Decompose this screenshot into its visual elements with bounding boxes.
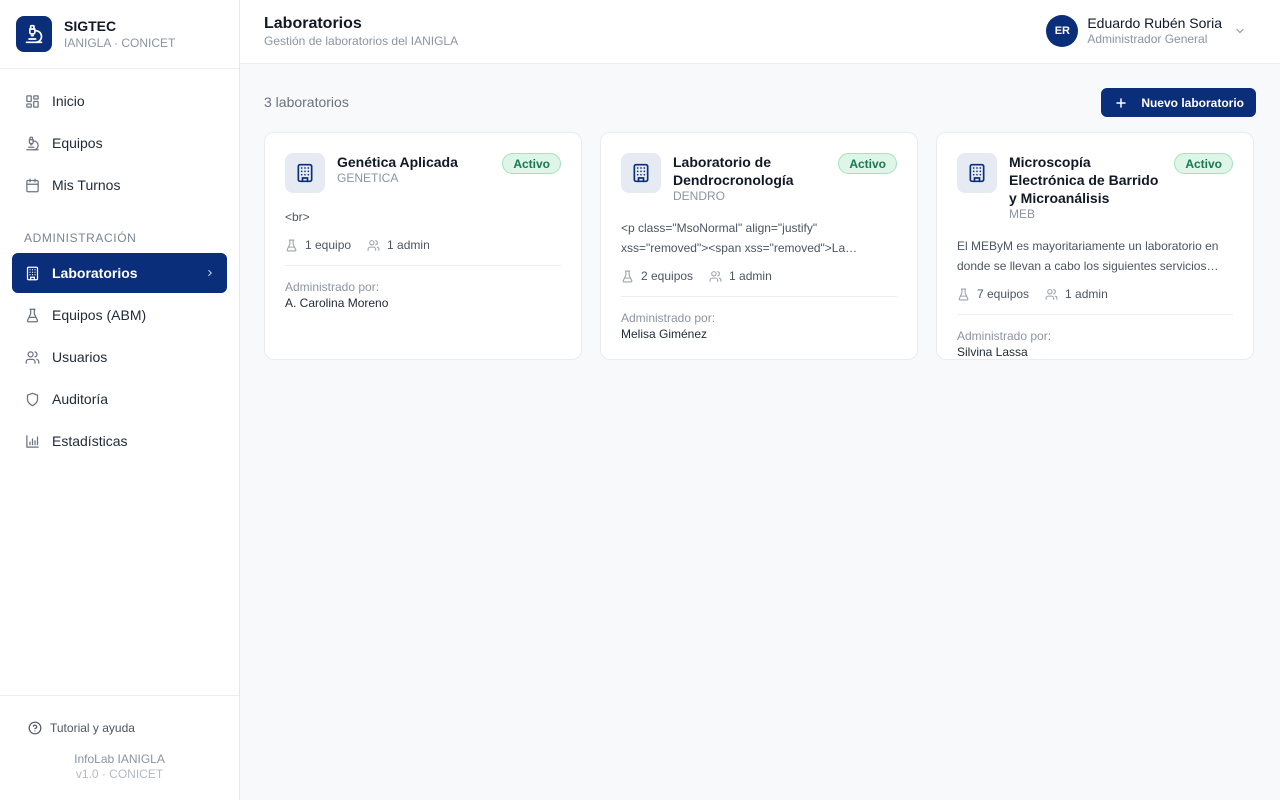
sidebar-item-usuarios[interactable]: Usuarios — [12, 337, 227, 377]
status-badge: Activo — [838, 153, 897, 174]
lab-name: Laboratorio de Dendrocronología — [673, 154, 794, 188]
lab-count: 3 laboratorios — [264, 94, 349, 110]
shield-icon — [24, 391, 40, 407]
avatar: ER — [1046, 15, 1079, 47]
lab-code: GENETICA — [337, 171, 399, 185]
sidebar-item-equipos-abm[interactable]: Equipos (ABM) — [12, 295, 227, 335]
chevron-down-icon — [1234, 25, 1246, 37]
admin-name: Melisa Giménez — [621, 327, 708, 341]
help-circle-icon — [28, 721, 42, 735]
brand-subtitle: IANIGLA · CONICET — [64, 36, 176, 50]
users-icon — [24, 349, 40, 365]
sidebar-item-estadisticas[interactable]: Estadísticas — [12, 421, 227, 461]
sidebar-item-label: Mis Turnos — [52, 177, 121, 193]
users-icon — [1045, 288, 1058, 301]
building-icon — [285, 153, 325, 193]
admin-name: A. Carolina Moreno — [285, 296, 389, 310]
user-name: Eduardo Rubén Soria — [1087, 15, 1222, 31]
sidebar-item-equipos[interactable]: Equipos — [12, 123, 227, 163]
brand-title: SIGTEC — [64, 18, 117, 34]
lab-name: Microscopía Electrónica de Barrido y Mic… — [1009, 154, 1159, 206]
lab-admin-count: 1 admin — [1065, 287, 1108, 301]
sidebar-item-label: Equipos (ABM) — [52, 307, 147, 323]
sidebar-item-mis-turnos[interactable]: Mis Turnos — [12, 165, 227, 205]
status-badge: Activo — [502, 153, 561, 174]
lab-equipment-count: 2 equipos — [641, 269, 694, 283]
sidebar-footer: Tutorial y ayuda InfoLab IANIGLA v1.0 · … — [0, 695, 239, 800]
admin-label: Administrado por: — [621, 311, 716, 325]
card-divider — [957, 314, 1233, 315]
card-divider — [621, 296, 897, 297]
plus-icon — [1115, 97, 1127, 109]
flask-icon — [621, 270, 634, 283]
chevron-right-icon — [205, 268, 215, 278]
sidebar-item-label: Usuarios — [52, 349, 108, 365]
calendar-icon — [24, 177, 40, 193]
bar-chart-icon — [24, 433, 40, 449]
sidebar-item-label: Inicio — [52, 93, 85, 109]
sidebar-item-label: Auditoría — [52, 391, 109, 407]
lab-name: Genética Aplicada — [337, 154, 458, 170]
building-icon — [621, 153, 661, 193]
lab-description: <p class="MsoNormal" align="justify" xss… — [621, 221, 858, 255]
lab-description: El MEByM es mayoritariamente un laborato… — [957, 239, 1219, 273]
lab-card[interactable]: Activo Genética Aplicada GENETICA <br> 1… — [264, 132, 582, 360]
app-name: InfoLab IANIGLA — [74, 752, 165, 766]
page-subtitle: Gestión de laboratorios del IANIGLA — [264, 34, 459, 48]
top-header: Laboratorios Gestión de laboratorios del… — [240, 0, 1280, 64]
help-link[interactable]: Tutorial y ayuda — [0, 720, 239, 736]
admin-label: Administrado por: — [285, 280, 380, 294]
microscope-icon — [24, 135, 40, 151]
user-role: Administrador General — [1087, 32, 1208, 46]
lab-description: <br> — [285, 210, 310, 224]
sidebar-item-label: Laboratorios — [52, 265, 138, 281]
lab-card[interactable]: Activo Microscopía Electrónica de Barrid… — [936, 132, 1254, 360]
lab-card[interactable]: Activo Laboratorio de Dendrocronología D… — [600, 132, 918, 360]
sidebar-item-laboratorios[interactable]: Laboratorios — [12, 253, 227, 293]
nav-section-admin: ADMINISTRACIÓN — [24, 231, 137, 245]
flask-icon — [285, 239, 298, 252]
status-badge: Activo — [1174, 153, 1233, 174]
sidebar: SIGTEC IANIGLA · CONICET Inicio Equipos … — [0, 0, 240, 800]
page-title: Laboratorios — [264, 15, 362, 32]
lab-code: DENDRO — [673, 189, 726, 203]
users-icon — [709, 270, 722, 283]
admin-label: Administrado por: — [957, 329, 1052, 343]
user-menu[interactable]: ER Eduardo Rubén Soria Administrador Gen… — [1046, 15, 1246, 47]
lab-equipment-count: 7 equipos — [977, 287, 1030, 301]
sidebar-item-label: Equipos — [52, 135, 103, 151]
users-icon — [367, 239, 380, 252]
building-icon — [957, 153, 997, 193]
lab-cards: Activo Genética Aplicada GENETICA <br> 1… — [264, 132, 1254, 360]
card-divider — [285, 265, 561, 266]
new-lab-label: Nuevo laboratorio — [1141, 95, 1244, 110]
lab-admin-count: 1 admin — [387, 238, 430, 252]
flask-icon — [24, 307, 40, 323]
sidebar-item-inicio[interactable]: Inicio — [12, 81, 227, 121]
sidebar-item-auditoria[interactable]: Auditoría — [12, 379, 227, 419]
admin-name: Silvina Lassa — [957, 345, 1028, 359]
lab-code: MEB — [1009, 207, 1036, 221]
lab-admin-count: 1 admin — [729, 269, 772, 283]
brand[interactable]: SIGTEC IANIGLA · CONICET — [0, 0, 239, 69]
new-lab-button[interactable]: Nuevo laboratorio — [1101, 88, 1256, 117]
main-content: 3 laboratorios Nuevo laboratorio Activo … — [240, 64, 1280, 800]
app-version: v1.0 · CONICET — [75, 767, 164, 781]
microscope-logo-icon — [16, 16, 52, 52]
help-label: Tutorial y ayuda — [50, 721, 135, 735]
building-icon — [24, 265, 40, 281]
grid-icon — [24, 93, 40, 109]
lab-equipment-count: 1 equipo — [305, 238, 352, 252]
flask-icon — [957, 288, 970, 301]
main-nav: Inicio Equipos Mis Turnos ADMINISTRACIÓN… — [0, 69, 239, 461]
sidebar-item-label: Estadísticas — [52, 433, 128, 449]
